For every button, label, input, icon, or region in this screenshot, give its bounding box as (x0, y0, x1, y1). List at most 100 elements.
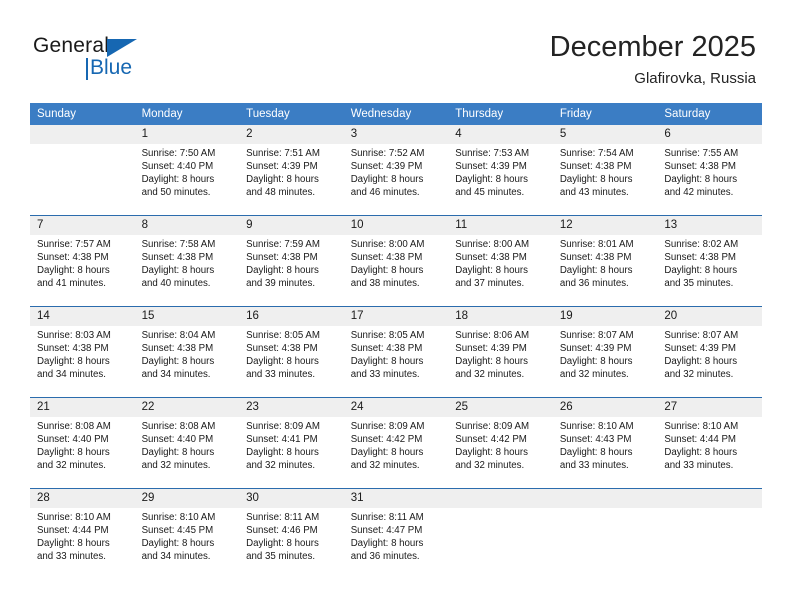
calendar-day-cell[interactable]: 3 Sunrise: 7:52 AM Sunset: 4:39 PM Daylight… (343, 125, 449, 216)
calendar-day-cell[interactable]: 6 Sunrise: 7:55 AM Sunset: 4:38 PM Daylight… (657, 125, 762, 216)
day-number: 16 (239, 307, 344, 326)
calendar-day-cell[interactable]: 8 Sunrise: 7:58 AM Sunset: 4:38 PM Daylight… (134, 215, 240, 307)
calendar-day-cell[interactable]: 25 Sunrise: 8:09 AM Sunset: 4:42 PM Dayligh… (448, 397, 553, 489)
daylight-duration-line2: and 32 minutes. (664, 369, 734, 381)
day-number: 7 (30, 216, 135, 235)
sunset-time: Sunset: 4:38 PM (141, 343, 214, 355)
calendar-day-cell[interactable]: 22 Sunrise: 8:08 AM Sunset: 4:40 PM Dayligh… (134, 397, 240, 489)
sunrise-time: Sunrise: 8:07 AM (559, 330, 634, 341)
calendar-day-cell[interactable]: 13 Sunrise: 8:02 AM Sunset: 4:38 PM Dayligh… (657, 215, 762, 307)
calendar-day-cell[interactable]: 31 Sunrise: 8:11 AM Sunset: 4:47 PM Dayligh… (343, 488, 449, 579)
sunrise-time: Sunrise: 7:59 AM (246, 239, 320, 250)
weekday-header-thursday: Thursday (448, 103, 553, 125)
day-number (657, 489, 762, 508)
calendar-day-cell[interactable]: 1 Sunrise: 7:50 AM Sunset: 4:40 PM Daylight… (134, 125, 240, 216)
day-number: 1 (134, 125, 240, 144)
calendar-day-cell[interactable]: 21 Sunrise: 8:08 AM Sunset: 4:40 PM Dayligh… (30, 397, 135, 489)
day-info: Sunrise: 8:01 AM Sunset: 4:38 PM Daylight:… (553, 235, 658, 290)
sunset-time: Sunset: 4:46 PM (246, 525, 318, 537)
day-number: 18 (448, 307, 553, 326)
daylight-duration-line2: and 33 minutes. (246, 369, 316, 381)
daylight-duration-line1: Daylight: 8 hours (664, 356, 738, 368)
sunrise-time: Sunrise: 7:51 AM (246, 148, 320, 159)
brand-logo[interactable]: General Blue (33, 34, 163, 86)
daylight-duration-line1: Daylight: 8 hours (141, 174, 215, 186)
calendar-day-cell[interactable]: 12 Sunrise: 8:01 AM Sunset: 4:38 PM Dayligh… (552, 215, 658, 307)
calendar-day-cell[interactable]: 30 Sunrise: 8:11 AM Sunset: 4:46 PM Dayligh… (239, 488, 344, 579)
day-number: 20 (657, 307, 762, 326)
sunrise-time: Sunrise: 7:58 AM (141, 239, 216, 250)
calendar-day-cell[interactable]: 2 Sunrise: 7:51 AM Sunset: 4:39 PM Daylight… (239, 125, 344, 216)
sunset-time: Sunset: 4:38 PM (37, 252, 109, 264)
calendar-day-cell[interactable]: 27 Sunrise: 8:10 AM Sunset: 4:44 PM Dayligh… (657, 397, 762, 489)
calendar-day-cell[interactable]: 9 Sunrise: 7:59 AM Sunset: 4:38 PM Daylight… (239, 215, 344, 307)
brand-name-general: General (33, 34, 110, 57)
sunset-time: Sunset: 4:38 PM (664, 161, 736, 173)
daylight-duration-line1: Daylight: 8 hours (141, 447, 215, 459)
sunset-time: Sunset: 4:40 PM (141, 161, 214, 173)
sunset-time: Sunset: 4:41 PM (246, 434, 318, 446)
calendar-day-cell[interactable]: 19 Sunrise: 8:07 AM Sunset: 4:39 PM Dayligh… (552, 306, 658, 398)
calendar-day-cell[interactable]: 26 Sunrise: 8:10 AM Sunset: 4:43 PM Dayligh… (552, 397, 658, 489)
daylight-duration-line2: and 41 minutes. (37, 278, 106, 290)
day-number: 30 (239, 489, 344, 508)
sunset-time: Sunset: 4:44 PM (664, 434, 736, 446)
day-number: 24 (343, 398, 449, 417)
daylight-duration-line1: Daylight: 8 hours (455, 174, 528, 186)
daylight-duration-line2: and 37 minutes. (455, 278, 525, 290)
sunset-time: Sunset: 4:38 PM (559, 252, 632, 264)
calendar-page: General Blue December 2025 Glafirovka, R… (0, 0, 792, 612)
calendar-day-cell[interactable]: 7 Sunrise: 7:57 AM Sunset: 4:38 PM Daylight… (30, 215, 135, 307)
weekday-header-sunday: Sunday (30, 103, 135, 125)
day-info: Sunrise: 7:50 AM Sunset: 4:40 PM Daylight:… (135, 144, 240, 199)
calendar-day-cell[interactable]: 23 Sunrise: 8:09 AM Sunset: 4:41 PM Dayligh… (239, 397, 344, 489)
day-number: 12 (552, 216, 658, 235)
sunrise-time: Sunrise: 8:01 AM (559, 239, 634, 250)
calendar-day-cell[interactable]: 4 Sunrise: 7:53 AM Sunset: 4:39 PM Daylight… (448, 125, 553, 216)
day-info: Sunrise: 7:54 AM Sunset: 4:38 PM Daylight:… (553, 144, 658, 199)
day-info: Sunrise: 8:00 AM Sunset: 4:38 PM Daylight:… (448, 235, 553, 290)
daylight-duration-line2: and 39 minutes. (246, 278, 316, 290)
logo-divider (86, 58, 88, 80)
daylight-duration-line1: Daylight: 8 hours (141, 265, 215, 277)
day-info: Sunrise: 7:55 AM Sunset: 4:38 PM Daylight:… (657, 144, 762, 199)
daylight-duration-line1: Daylight: 8 hours (559, 447, 633, 459)
daylight-duration-line1: Daylight: 8 hours (141, 356, 215, 368)
calendar-day-cell[interactable]: 10 Sunrise: 8:00 AM Sunset: 4:38 PM Dayligh… (343, 215, 449, 307)
sunset-time: Sunset: 4:44 PM (37, 525, 109, 537)
day-number: 11 (448, 216, 553, 235)
calendar-day-cell[interactable]: 15 Sunrise: 8:04 AM Sunset: 4:38 PM Dayligh… (134, 306, 240, 398)
sunrise-time: Sunrise: 7:57 AM (37, 239, 111, 250)
daylight-duration-line2: and 35 minutes. (246, 551, 316, 563)
day-number: 21 (30, 398, 135, 417)
calendar-day-cell[interactable]: 20 Sunrise: 8:07 AM Sunset: 4:39 PM Dayligh… (657, 306, 762, 398)
day-info: Sunrise: 8:11 AM Sunset: 4:47 PM Daylight:… (344, 508, 449, 563)
calendar-day-cell[interactable]: 24 Sunrise: 8:09 AM Sunset: 4:42 PM Dayligh… (343, 397, 449, 489)
sunset-time: Sunset: 4:39 PM (350, 161, 423, 173)
calendar-day-cell[interactable]: 17 Sunrise: 8:05 AM Sunset: 4:38 PM Dayligh… (343, 306, 449, 398)
calendar-day-cell[interactable]: 5 Sunrise: 7:54 AM Sunset: 4:38 PM Daylight… (552, 125, 658, 216)
day-info: Sunrise: 8:02 AM Sunset: 4:38 PM Daylight:… (657, 235, 762, 290)
sunset-time: Sunset: 4:38 PM (455, 252, 527, 264)
day-info: Sunrise: 7:52 AM Sunset: 4:39 PM Daylight:… (344, 144, 449, 199)
calendar-day-cell[interactable]: 14 Sunrise: 8:03 AM Sunset: 4:38 PM Dayligh… (30, 306, 135, 398)
calendar-day-cell[interactable]: 28 Sunrise: 8:10 AM Sunset: 4:44 PM Dayligh… (30, 488, 135, 579)
sunset-time: Sunset: 4:47 PM (350, 525, 423, 537)
page-header: General Blue December 2025 Glafirovka, R… (0, 0, 792, 100)
sunset-time: Sunset: 4:39 PM (246, 161, 318, 173)
daylight-duration-line2: and 40 minutes. (141, 278, 211, 290)
sunset-time: Sunset: 4:40 PM (141, 434, 214, 446)
page-title: December 2025 (549, 31, 756, 63)
calendar-day-cell[interactable]: 18 Sunrise: 8:06 AM Sunset: 4:39 PM Dayligh… (448, 306, 553, 398)
daylight-duration-line1: Daylight: 8 hours (246, 265, 319, 277)
daylight-duration-line2: and 34 minutes. (37, 369, 106, 381)
daylight-duration-line2: and 48 minutes. (246, 187, 316, 199)
calendar-day-cell[interactable]: 11 Sunrise: 8:00 AM Sunset: 4:38 PM Dayligh… (448, 215, 553, 307)
calendar-day-cell[interactable]: 29 Sunrise: 8:10 AM Sunset: 4:45 PM Dayligh… (134, 488, 240, 579)
sunrise-time: Sunrise: 8:00 AM (455, 239, 530, 250)
day-number (552, 489, 658, 508)
daylight-duration-line2: and 32 minutes. (455, 460, 525, 472)
daylight-duration-line2: and 34 minutes. (141, 369, 211, 381)
daylight-duration-line1: Daylight: 8 hours (246, 174, 319, 186)
calendar-day-cell[interactable]: 16 Sunrise: 8:05 AM Sunset: 4:38 PM Dayligh… (239, 306, 344, 398)
